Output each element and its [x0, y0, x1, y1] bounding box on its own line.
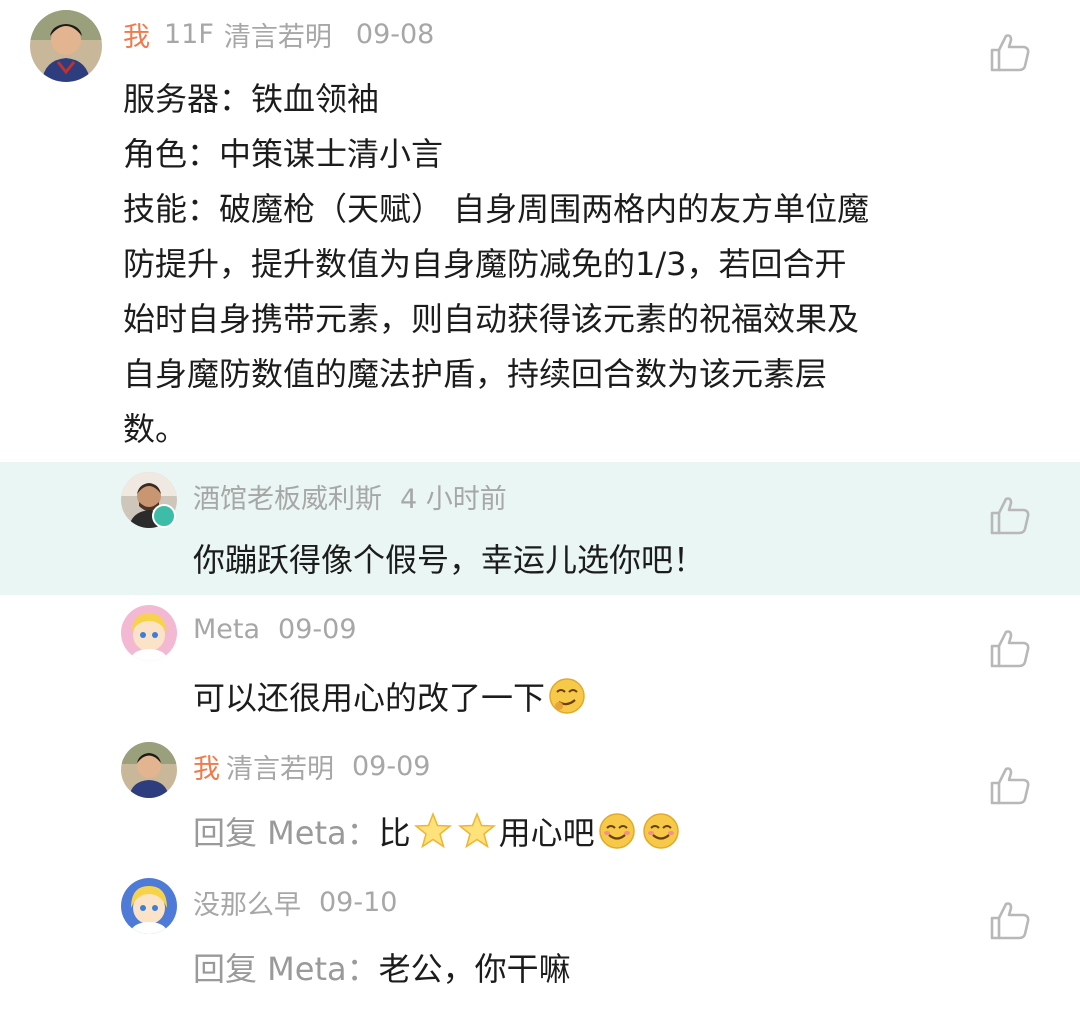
me-tag: 我 [123, 21, 150, 53]
reply-text: 回复 Meta： 比 用心吧 [193, 808, 683, 854]
star-emoji-icon [457, 811, 496, 849]
reply-meta: 我 清言若明 09-09 [193, 746, 430, 786]
comment-line: 自身魔防数值的魔法护盾，持续回合数为该元素层 [123, 355, 828, 393]
reply-text: 你蹦跃得像个假号，幸运儿选你吧！ [193, 541, 706, 579]
thumbs-up-icon [990, 497, 1030, 535]
reply-time: 09-10 [319, 886, 398, 918]
like-button[interactable] [988, 626, 1032, 670]
comment-meta: 我 11F 清言若明 09-08 [123, 14, 434, 54]
comment-line: 防提升，提升数值为自身魔防减免的1/3，若回合开 [123, 245, 847, 283]
reply-text-content: 老公，你干嘛 [378, 950, 571, 988]
comment-date: 09-08 [355, 18, 435, 50]
reply-text-part: 比 [378, 814, 411, 852]
smile-emoji-icon [642, 813, 679, 849]
reply-item: Meta 09-09 可以还很用心的改了一下 [0, 595, 1080, 730]
comment-line: 角色：中策谋士清小言 [123, 135, 444, 173]
comment-line: 数。 [123, 410, 188, 448]
reply-time: 09-09 [278, 613, 357, 645]
reply-prefix[interactable]: 回复 Meta： [193, 944, 379, 990]
like-button[interactable] [988, 493, 1032, 537]
like-button[interactable] [988, 763, 1032, 807]
avatar[interactable] [30, 10, 102, 82]
author-name[interactable]: 没那么早 [193, 883, 301, 922]
avatar[interactable] [121, 878, 177, 934]
author-name[interactable]: 酒馆老板威利斯 [193, 477, 382, 516]
reply-prefix[interactable]: 回复 Meta： [193, 808, 379, 854]
comment-body: 服务器：铁血领袖 角色：中策谋士清小言 技能：破魔枪（天赋） 自身周围两格内的友… [123, 72, 968, 457]
main-comment: 我 11F 清言若明 09-08 服务器：铁血领袖 角色：中策谋士清小言 技能：… [0, 0, 1080, 462]
reply-time: 09-09 [352, 750, 431, 782]
smile-emoji-icon [598, 813, 635, 849]
comment-line: 服务器：铁血领袖 [123, 80, 380, 118]
thumbs-up-icon [990, 767, 1030, 805]
reply-meta: 没那么早 09-10 [193, 882, 397, 922]
comment-thread: 我 11F 清言若明 09-08 服务器：铁血领袖 角色：中策谋士清小言 技能：… [0, 0, 1080, 1018]
reply-text-part: 用心吧 [498, 814, 595, 852]
star-emoji-icon [413, 811, 452, 849]
reply-meta: 酒馆老板威利斯 4 小时前 [193, 476, 507, 516]
author-name[interactable]: 清言若明 [226, 747, 334, 786]
smirk-emoji-icon [549, 678, 585, 714]
reply-meta: Meta 09-09 [193, 609, 357, 649]
like-button[interactable] [988, 898, 1032, 942]
verified-badge-icon [152, 504, 176, 528]
avatar[interactable] [121, 742, 177, 798]
comment-line: 始时自身携带元素，则自动获得该元素的祝福效果及 [123, 300, 860, 338]
author-name[interactable]: Meta [193, 614, 260, 645]
thumbs-up-icon [990, 630, 1030, 668]
reply-item: 酒馆老板威利斯 4 小时前 你蹦跃得像个假号，幸运儿选你吧！ [0, 462, 1080, 595]
reply-time: 4 小时前 [400, 483, 507, 515]
me-tag: 我 [193, 753, 220, 785]
comment-line: 技能：破魔枪（天赋） 自身周围两格内的友方单位魔 [123, 190, 870, 228]
reply-text: 可以还很用心的改了一下 [193, 673, 589, 719]
reply-text: 回复 Meta： 老公，你干嘛 [193, 944, 571, 990]
author-name[interactable]: 清言若明 [224, 15, 332, 54]
like-button[interactable] [988, 30, 1032, 74]
avatar[interactable] [121, 605, 177, 661]
thumbs-up-icon [990, 34, 1030, 72]
reply-item: 没那么早 09-10 回复 Meta： 老公，你干嘛 [0, 867, 1080, 1018]
thumbs-up-icon [990, 902, 1030, 940]
reply-text-content: 可以还很用心的改了一下 [193, 679, 546, 717]
reply-item: 我 清言若明 09-09 回复 Meta： 比 用心吧 [0, 730, 1080, 867]
floor-number: 11F [164, 18, 214, 50]
